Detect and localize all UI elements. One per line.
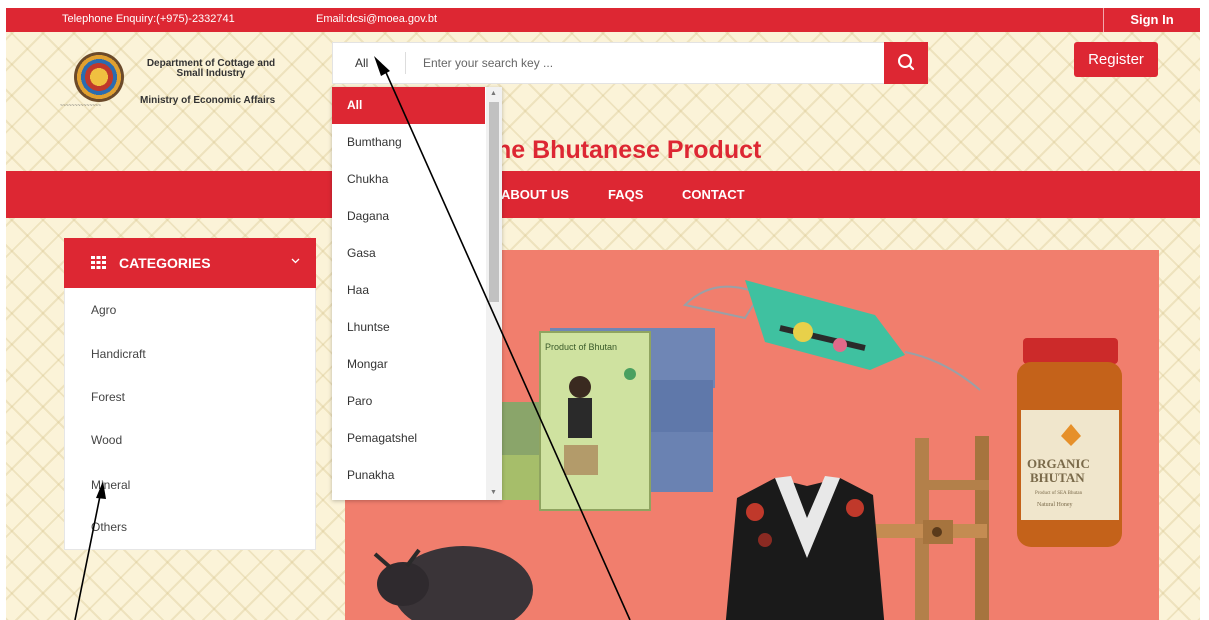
sign-in-link[interactable]: Sign In xyxy=(1103,8,1200,32)
emblem-caption: ~~~~~~~~~~~~~~ xyxy=(60,103,101,109)
dropdown-scrollbar-thumb[interactable] xyxy=(489,102,499,302)
district-dropdown: All Bumthang Chukha Dagana Gasa Haa Lhun… xyxy=(332,87,502,500)
category-item-mineral[interactable]: Mineral xyxy=(91,478,130,492)
category-item-wood[interactable]: Wood xyxy=(91,433,122,447)
search-icon xyxy=(898,54,915,71)
honey-label-sub1: Product of SEA Bhutan xyxy=(1035,491,1083,496)
chevron-down-icon xyxy=(291,258,300,264)
dropdown-option-bumthang[interactable]: Bumthang xyxy=(332,124,485,161)
search-button[interactable] xyxy=(884,42,928,84)
dropdown-option-all[interactable]: All xyxy=(332,87,485,124)
page: Telephone Enquiry:(+975)-2332741 Email:d… xyxy=(6,8,1200,620)
dropdown-option-mongar[interactable]: Mongar xyxy=(332,346,485,383)
jacket-image xyxy=(725,476,885,620)
wooden-stand-image xyxy=(869,436,989,620)
honey-jar-image: ORGANIC BHUTAN Product of SEA Bhutan Nat… xyxy=(1017,338,1122,547)
department-name: Department of Cottage and Small Industry xyxy=(146,58,276,79)
honey-label-organic: ORGANIC xyxy=(1027,456,1090,471)
yak-toy-image xyxy=(373,546,533,620)
categories-list: Agro Handicraft Forest Wood Mineral Othe… xyxy=(64,288,316,550)
dropdown-option-pemagatshel[interactable]: Pemagatshel xyxy=(332,420,485,457)
register-button[interactable]: Register xyxy=(1074,42,1158,77)
nav-faqs[interactable]: FAQS xyxy=(608,171,643,218)
nav-about-us[interactable]: ABOUT US xyxy=(501,171,569,218)
dropdown-option-paro[interactable]: Paro xyxy=(332,383,485,420)
telephone-enquiry: Telephone Enquiry:(+975)-2332741 xyxy=(62,13,235,25)
scroll-down-arrow-icon[interactable]: ▼ xyxy=(490,489,498,497)
search-input[interactable] xyxy=(417,43,877,83)
category-item-others[interactable]: Others xyxy=(91,520,127,534)
product-box-label: Product of Bhutan xyxy=(545,342,617,352)
search-divider xyxy=(405,52,406,74)
dropdown-option-haa[interactable]: Haa xyxy=(332,272,485,309)
dropdown-option-chukha[interactable]: Chukha xyxy=(332,161,485,198)
dropdown-option-punakha[interactable]: Punakha xyxy=(332,457,485,494)
main-navigation: ABOUT US FAQS CONTACT xyxy=(6,171,1200,218)
honey-label-bhutan: BHUTAN xyxy=(1030,470,1085,485)
categories-header[interactable]: CATEGORIES xyxy=(64,238,316,288)
honey-label-sub2: Natural Honey xyxy=(1037,502,1073,508)
nav-contact[interactable]: CONTACT xyxy=(682,171,745,218)
dropdown-option-lhuntse[interactable]: Lhuntse xyxy=(332,309,485,346)
page-tagline: ne Bhutanese Product xyxy=(496,136,762,164)
category-item-handicraft[interactable]: Handicraft xyxy=(91,347,146,361)
categories-title: CATEGORIES xyxy=(119,255,211,271)
scroll-up-arrow-icon[interactable]: ▲ xyxy=(490,90,498,98)
search-bar: All xyxy=(332,42,928,84)
government-emblem-logo[interactable] xyxy=(74,52,124,102)
dropdown-option-gasa[interactable]: Gasa xyxy=(332,235,485,272)
grid-icon xyxy=(91,256,106,269)
email-contact[interactable]: Email:dcsi@moea.gov.bt xyxy=(316,13,437,25)
dropdown-option-dagana[interactable]: Dagana xyxy=(332,198,485,235)
product-boxes-image: Product of Bhutan xyxy=(493,328,715,511)
ministry-name: Ministry of Economic Affairs xyxy=(140,95,276,106)
category-item-agro[interactable]: Agro xyxy=(91,303,116,317)
face-mask-image xyxy=(682,280,981,391)
search-category-select[interactable]: All xyxy=(333,43,405,83)
category-item-forest[interactable]: Forest xyxy=(91,390,125,404)
top-bar: Telephone Enquiry:(+975)-2332741 Email:d… xyxy=(6,8,1200,32)
